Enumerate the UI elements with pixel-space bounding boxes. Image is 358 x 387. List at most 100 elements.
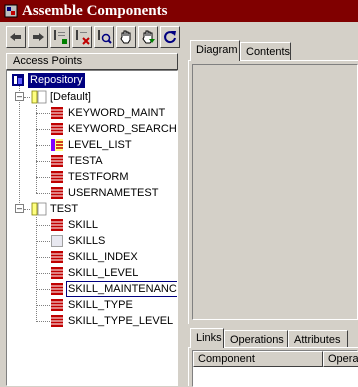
tree-item-label: SKILLS: [68, 235, 106, 247]
move-left-button[interactable]: [6, 26, 26, 48]
folder-open-icon: [31, 90, 47, 104]
tree-item[interactable]: LEVEL_LIST: [7, 137, 177, 153]
column-header-component-label: Component: [198, 353, 255, 365]
right-panel: Diagram Contents Links Operations Attrib…: [186, 22, 358, 387]
tree-root-label: Repository: [28, 73, 85, 88]
tree-item[interactable]: KEYWORD_SEARCH: [7, 121, 177, 137]
app-icon: [4, 4, 18, 18]
table-icon: [51, 107, 63, 119]
tree-item[interactable]: SKILL_TYPE_LEVEL: [7, 313, 177, 329]
tab-attributes[interactable]: Attributes: [288, 330, 348, 348]
tree-item-label: KEYWORD_MAINT: [68, 107, 166, 119]
repository-icon: [12, 74, 24, 86]
add-icon: [54, 30, 67, 44]
refresh-icon: [164, 31, 176, 44]
tab-attributes-label: Attributes: [294, 334, 341, 346]
tree-root-repository[interactable]: Repository: [11, 73, 171, 89]
tree-item[interactable]: TESTA: [7, 153, 177, 169]
tree-item[interactable]: SKILL: [7, 217, 177, 233]
tree-item-label: SKILL_TYPE_LEVEL: [68, 315, 174, 327]
tree-group-test[interactable]: – TEST: [7, 201, 177, 217]
find-button[interactable]: [94, 26, 114, 48]
tree-line: [36, 145, 50, 146]
list-icon: [51, 139, 63, 151]
tree-item-label: SKILL: [68, 219, 98, 231]
table-icon: [51, 299, 63, 311]
tree-item-selected[interactable]: SKILL_MAINTENANC: [7, 281, 177, 297]
tree-item[interactable]: KEYWORD_MAINT: [7, 105, 177, 121]
tree-item[interactable]: TESTFORM: [7, 169, 177, 185]
tree-item-label: SKILL_LEVEL: [68, 267, 139, 279]
links-list[interactable]: Component Operat: [192, 350, 358, 387]
table-icon: [51, 315, 63, 327]
tree-line: [36, 273, 50, 274]
window-title: Assemble Components: [22, 2, 168, 19]
tree-item-label: LEVEL_LIST: [68, 139, 132, 151]
refresh-button[interactable]: [160, 26, 180, 48]
table-icon: [51, 267, 63, 279]
tab-diagram[interactable]: Diagram: [190, 40, 240, 61]
links-tab-page: Component Operat: [188, 347, 358, 387]
tree-item-label: KEYWORD_SEARCH: [68, 123, 177, 135]
tree-line: [36, 257, 50, 258]
tree-line: [36, 321, 50, 322]
tree-line: [24, 97, 30, 98]
tab-links[interactable]: Links: [190, 328, 224, 348]
table-icon: [51, 219, 63, 231]
table-icon: [51, 251, 63, 263]
tree-item-label: USERNAMETEST: [68, 187, 159, 199]
access-points-header: Access Points: [6, 53, 178, 70]
tree-line: [36, 113, 50, 114]
tab-links-label: Links: [196, 332, 222, 344]
tree-line: [36, 161, 50, 162]
remove-icon: [76, 30, 90, 45]
tree-item[interactable]: USERNAMETEST: [7, 185, 177, 201]
search-icon: [98, 30, 112, 44]
blank-table-icon: [51, 235, 63, 247]
tree-group-label: TEST: [50, 203, 79, 215]
tab-operations[interactable]: Operations: [224, 330, 288, 348]
diagram-tab-page: [188, 60, 358, 324]
tree-line: [36, 241, 50, 242]
column-header-operation[interactable]: Operat: [323, 351, 358, 367]
table-icon: [51, 283, 63, 295]
move-right-button[interactable]: [28, 26, 48, 48]
tree-item[interactable]: SKILL_TYPE: [7, 297, 177, 313]
tree-item-label: SKILL_INDEX: [68, 251, 138, 263]
tab-contents[interactable]: Contents: [240, 42, 291, 61]
column-header-operation-label: Operat: [328, 353, 358, 365]
tree-group-label: [Default]: [50, 91, 91, 103]
arrow-left-icon: [10, 33, 21, 41]
tree-line: [36, 225, 50, 226]
tree-item[interactable]: SKILLS: [7, 233, 177, 249]
table-icon: [51, 187, 63, 199]
tree-item-label: SKILL_MAINTENANC: [66, 281, 177, 297]
tree-item-label: TESTFORM: [68, 171, 129, 183]
tab-diagram-label: Diagram: [196, 44, 238, 56]
folder-open-icon: [31, 202, 47, 216]
table-icon: [51, 123, 63, 135]
drag-button[interactable]: [138, 26, 158, 48]
tree-line: [24, 209, 30, 210]
tree-group-default[interactable]: – [Default]: [7, 89, 177, 105]
tree-item-label: TESTA: [68, 155, 103, 167]
column-header-component[interactable]: Component: [193, 351, 323, 367]
tree-item[interactable]: SKILL_LEVEL: [7, 265, 177, 281]
arrow-right-icon: [33, 33, 44, 41]
table-icon: [51, 155, 63, 167]
remove-component-button[interactable]: [72, 26, 92, 48]
tree-item[interactable]: SKILL_INDEX: [7, 249, 177, 265]
tab-operations-label: Operations: [230, 334, 284, 346]
diagram-canvas[interactable]: [192, 64, 358, 320]
hand-arrow-icon: [142, 30, 155, 44]
collapse-toggle-icon[interactable]: –: [15, 92, 24, 101]
access-points-tree[interactable]: Repository – [Default] KEYWORD_MAINT KEY…: [6, 70, 178, 386]
collapse-toggle-icon[interactable]: –: [15, 204, 24, 213]
add-component-button[interactable]: [50, 26, 70, 48]
title-bar: Assemble Components: [0, 0, 358, 22]
grab-button[interactable]: [116, 26, 136, 48]
tree-line: [36, 177, 50, 178]
tree-line: [36, 129, 50, 130]
tree-line: [36, 193, 50, 194]
tree-line: [36, 305, 50, 306]
